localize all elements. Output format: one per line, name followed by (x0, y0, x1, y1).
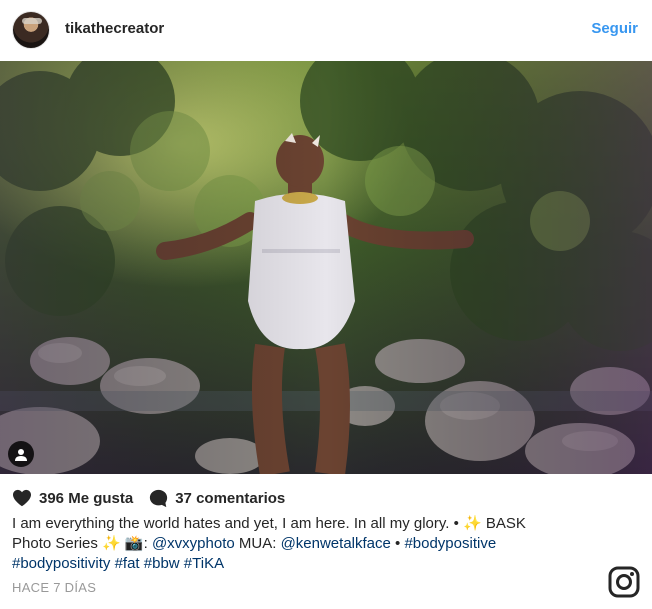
comment-bubble-icon[interactable] (149, 489, 168, 508)
hashtag-link[interactable]: #bbw (144, 555, 180, 572)
heart-icon[interactable] (12, 489, 32, 507)
photo-image (0, 61, 652, 474)
post-photo[interactable] (0, 61, 652, 474)
comments-count[interactable]: 37 comentarios (175, 490, 285, 507)
follow-button[interactable]: Seguir (591, 20, 638, 37)
hashtag-link[interactable]: #fat (115, 555, 140, 572)
likes-count[interactable]: 396 Me gusta (39, 490, 133, 507)
caption-text: I am everything the world hates and yet,… (12, 515, 464, 532)
sparkles-emoji: ✨ (463, 515, 482, 532)
hashtag-link[interactable]: #bodypositivity (12, 555, 110, 572)
post-timestamp[interactable]: HACE 7 DÍAS (12, 580, 96, 595)
caption-text: : (143, 535, 152, 552)
engagement-stats: 396 Me gusta 37 comentarios (12, 487, 285, 509)
person-tag-icon[interactable] (8, 441, 34, 467)
hashtag-link[interactable]: #bodypositive (404, 535, 496, 552)
hashtag-link[interactable]: #TiKA (184, 555, 224, 572)
camera-emoji: 📸 (124, 535, 144, 552)
instagram-glyph-icon[interactable] (608, 566, 640, 598)
mention-link[interactable]: @xvxyphoto (152, 535, 235, 552)
username-link[interactable]: tikathecreator (65, 20, 164, 37)
post-header: tikathecreator Seguir (0, 0, 652, 60)
profile-avatar[interactable] (12, 11, 50, 49)
caption-text: Photo Series (12, 535, 103, 552)
sparkles-emoji: ✨ (102, 535, 121, 552)
caption-text: MUA: (234, 535, 281, 552)
post-caption: I am everything the world hates and yet,… (12, 514, 632, 574)
caption-text: • (390, 535, 405, 552)
mention-link[interactable]: @kenwetalkface (281, 535, 391, 552)
caption-text: BASK (481, 515, 526, 532)
